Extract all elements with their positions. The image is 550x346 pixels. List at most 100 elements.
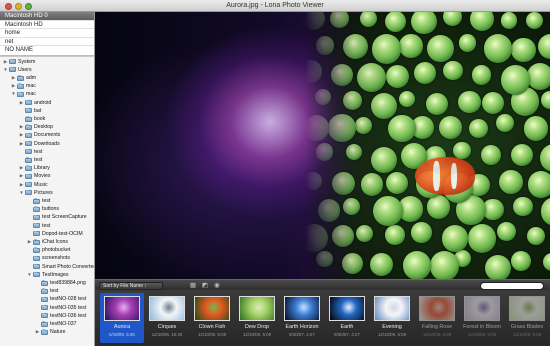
tree-item[interactable]: ▶ Movies xyxy=(0,172,94,180)
tree-item[interactable]: ▶ System xyxy=(0,58,94,66)
thumbnail[interactable]: Falling Rose 12/10/09, 5:09 xyxy=(415,293,459,343)
thumbnail[interactable]: Dew Drop 12/10/09, 5:09 xyxy=(235,293,279,343)
tree-item[interactable]: test839884.png xyxy=(0,279,94,287)
tree-item[interactable]: Dopod-test-OCIM xyxy=(0,230,94,238)
tree-item[interactable]: screenshots xyxy=(0,254,94,262)
tree-item[interactable]: ▶ Library xyxy=(0,164,94,172)
disclosure-closed-icon[interactable]: ▶ xyxy=(11,82,16,90)
tree-item[interactable]: bat xyxy=(0,107,94,115)
tree-item[interactable]: ▶ Desktop xyxy=(0,123,94,131)
tree-item[interactable]: Smart Photo Converter xyxy=(0,263,94,271)
tree-item-label: Users xyxy=(18,66,32,73)
tree-item[interactable]: ▶ iChat Icons xyxy=(0,238,94,246)
tree-item[interactable]: book xyxy=(0,115,94,123)
volume-item[interactable]: Macintosh HD xyxy=(0,21,94,29)
thumbnail[interactable]: Grass Blades 12/10/09, 5:09 xyxy=(505,293,549,343)
anemone-tentacle xyxy=(305,60,322,83)
anemone-tentacle xyxy=(371,34,402,65)
disclosure-closed-icon[interactable]: ▶ xyxy=(19,99,24,107)
tree-item[interactable]: test xyxy=(0,148,94,156)
grid-icon[interactable]: ▦ xyxy=(189,282,197,290)
thumbnail[interactable]: Forest in Bloom 12/10/09, 5:09 xyxy=(460,293,504,343)
thumbnail-name: Forest in Bloom xyxy=(463,324,501,330)
disclosure-closed-icon[interactable]: ▶ xyxy=(19,123,24,131)
volume-item[interactable]: Macintosh HD 0 xyxy=(0,12,94,21)
tree-item[interactable]: ▼ mac xyxy=(0,90,94,98)
disclosure-closed-icon[interactable]: ▶ xyxy=(19,131,24,139)
disclosure-closed-icon[interactable]: ▶ xyxy=(19,172,24,180)
image-viewer[interactable] xyxy=(95,12,550,279)
disclosure-open-icon[interactable]: ▼ xyxy=(3,66,8,74)
tree-item[interactable]: ▼ Pictures xyxy=(0,189,94,197)
anemone-tentacle xyxy=(411,222,432,243)
thumbnail[interactable]: Cirques 12/10/09, 10:40 xyxy=(145,293,189,343)
folder-icon xyxy=(25,107,32,114)
tree-item[interactable]: buttons xyxy=(0,205,94,213)
tree-item[interactable]: ▶ mac xyxy=(0,82,94,90)
thumbnail-date: 12/10/09, 5:09 xyxy=(467,332,497,337)
tree-item[interactable]: ▶ android xyxy=(0,99,94,107)
tree-item[interactable]: ▶ Nature xyxy=(0,328,94,336)
tree-item[interactable]: test ScreenCapture xyxy=(0,213,94,221)
tree-item[interactable]: photobucket xyxy=(0,246,94,254)
disclosure-open-icon[interactable]: ▼ xyxy=(27,271,32,279)
folder-icon xyxy=(33,214,40,221)
disclosure-closed-icon[interactable]: ▶ xyxy=(11,74,16,82)
disclosure-closed-icon[interactable]: ▶ xyxy=(19,140,24,148)
tree-item[interactable]: ▶ adm xyxy=(0,74,94,82)
tree-item-label: testNO-028 test xyxy=(50,296,87,303)
tree-item[interactable]: testNO-037 xyxy=(0,320,94,328)
anemone-tentacle xyxy=(526,63,550,90)
tree-item[interactable]: ▼ Users xyxy=(0,66,94,74)
disclosure-closed-icon[interactable]: ▶ xyxy=(19,181,24,189)
anemone-tentacle xyxy=(481,91,505,115)
anemone-tentacle xyxy=(370,92,397,120)
anemone-tentacle xyxy=(332,225,355,248)
disclosure-closed-icon[interactable]: ▶ xyxy=(19,164,24,172)
volume-item[interactable]: home xyxy=(0,29,94,38)
tree-item[interactable]: ▼ TestImages xyxy=(0,271,94,279)
anemone-tentacle xyxy=(427,35,454,62)
thumbnail[interactable]: Earth Horizon 8/30/07, 4:27 xyxy=(280,293,324,343)
volume-item[interactable]: NO NAME xyxy=(0,46,94,55)
anemone-tentacle xyxy=(385,172,408,195)
info-icon[interactable]: ◉ xyxy=(213,282,221,290)
tree-item[interactable]: testNO-035 test xyxy=(0,304,94,312)
thumbnail[interactable]: Aurora 5/19/09, 5:46 xyxy=(100,293,144,343)
thumbnail[interactable]: Earth 8/30/07, 4:27 xyxy=(325,293,369,343)
tree-item[interactable]: ▶ Documents xyxy=(0,131,94,139)
tree-item[interactable]: ▶ Music xyxy=(0,181,94,189)
tree-item[interactable]: ▶ Downloads xyxy=(0,140,94,148)
tree-item[interactable]: test xyxy=(0,197,94,205)
disclosure-open-icon[interactable]: ▼ xyxy=(11,90,16,98)
anemone-tentacle xyxy=(370,252,394,276)
anemone-tentacle xyxy=(345,143,362,160)
color-swatch-icon[interactable]: ◩ xyxy=(201,282,209,290)
tree-item[interactable]: test xyxy=(0,287,94,295)
anemone-tentacle xyxy=(469,12,494,31)
disclosure-open-icon[interactable]: ▼ xyxy=(19,189,24,197)
filmstrip-toolbar: Sort by File Name ↑ ▦ ◩ ◉ xyxy=(95,279,550,290)
anemone-tentacle xyxy=(413,61,436,84)
disclosure-closed-icon[interactable]: ▶ xyxy=(35,328,40,336)
thumbnail-date: 8/30/07, 4:27 xyxy=(334,332,360,337)
anemone-tentacle xyxy=(398,33,423,58)
volume-item[interactable]: net xyxy=(0,38,94,46)
thumbnail[interactable]: Evening 12/10/09, 5:09 xyxy=(370,293,414,343)
anemone-tentacle xyxy=(483,34,513,63)
tree-item[interactable]: testNO-028 test xyxy=(0,295,94,303)
tree-item[interactable]: testNO-036 test xyxy=(0,312,94,320)
sort-dropdown[interactable]: Sort by File Name ↑ xyxy=(99,281,163,290)
anemone-tentacle xyxy=(328,114,356,142)
tree-item[interactable]: test xyxy=(0,222,94,230)
search-input[interactable] xyxy=(480,281,544,290)
tree-item-label: test xyxy=(34,148,43,155)
thumbnail[interactable]: Clown Fish 12/10/09, 5:09 xyxy=(190,293,234,343)
tree-item[interactable]: test xyxy=(0,156,94,164)
tree-item-label: Dopod-test-OCIM xyxy=(42,230,83,237)
folder-icon xyxy=(25,173,32,180)
folder-icon xyxy=(33,230,40,237)
disclosure-closed-icon[interactable]: ▶ xyxy=(27,238,32,246)
anemone-tentacle xyxy=(385,225,405,245)
disclosure-closed-icon[interactable]: ▶ xyxy=(3,58,8,66)
